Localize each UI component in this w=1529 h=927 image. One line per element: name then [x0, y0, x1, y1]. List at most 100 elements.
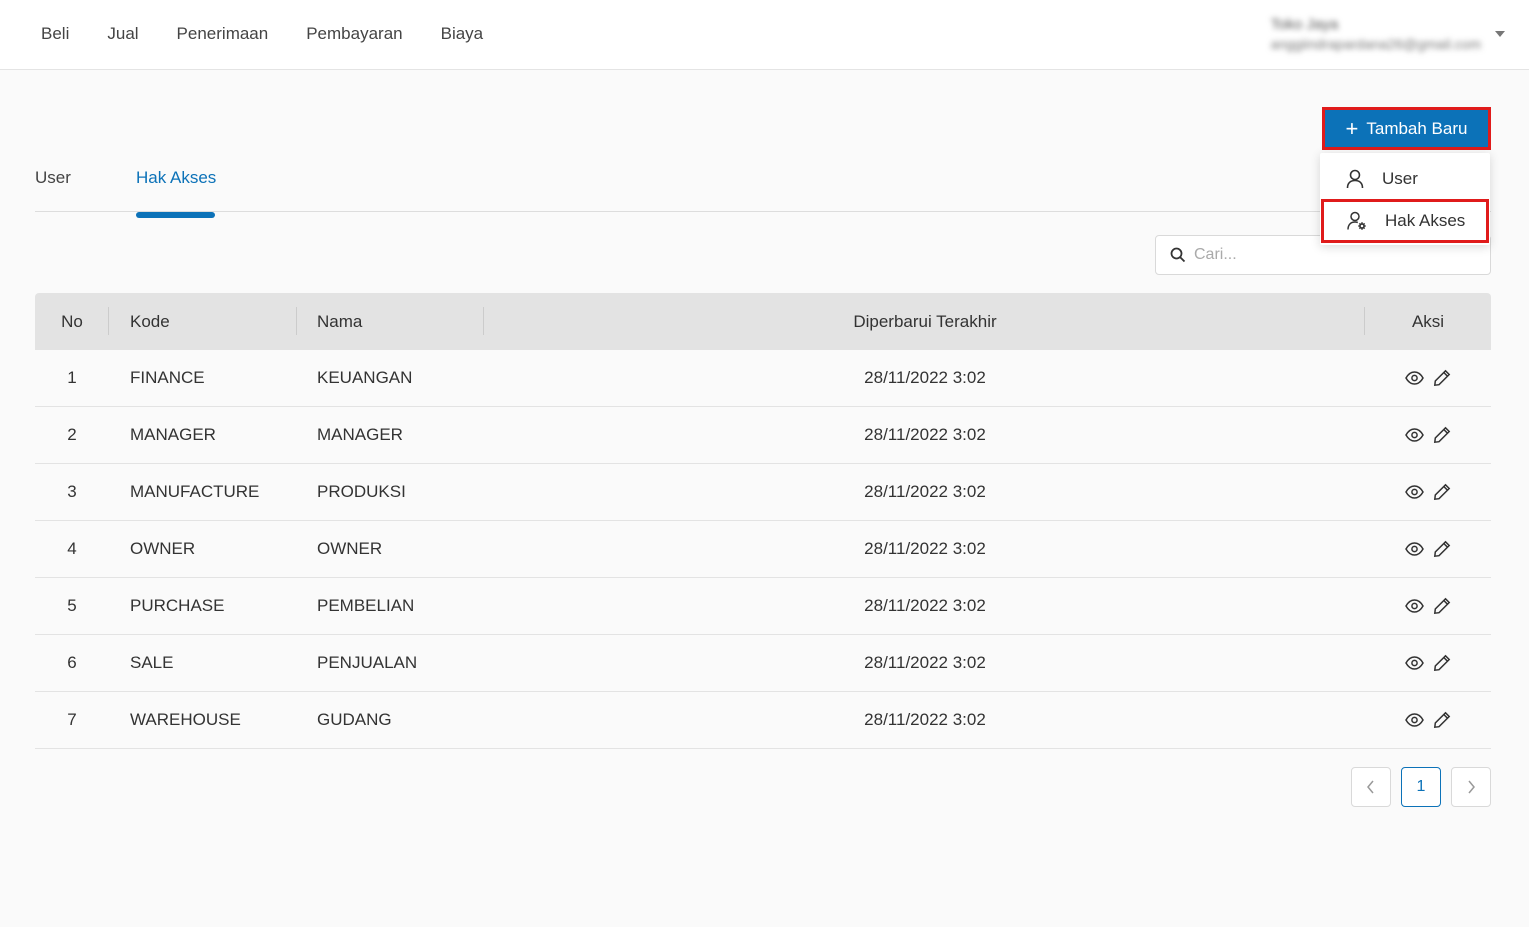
cell-nama: MANAGER	[317, 425, 403, 444]
cell-kode: MANUFACTURE	[130, 482, 260, 501]
active-tab-indicator	[136, 212, 215, 218]
table-row: 3 MANUFACTURE PRODUKSI 28/11/2022 3:02	[35, 464, 1491, 521]
edit-button[interactable]	[1432, 368, 1452, 388]
cell-no: 5	[67, 596, 77, 615]
table-row: 6 SALE PENJUALAN 28/11/2022 3:02	[35, 635, 1491, 692]
eye-icon	[1404, 713, 1424, 727]
add-new-dropdown: User Hak Akses	[1320, 153, 1490, 245]
account-menu[interactable]: Toko Jaya anggiindrapardana26@gmail.com	[1271, 8, 1505, 60]
pencil-icon	[1433, 597, 1451, 615]
cell-no: 4	[67, 539, 77, 558]
eye-icon	[1404, 656, 1424, 670]
view-button[interactable]	[1404, 653, 1424, 673]
add-new-button[interactable]: + Tambah Baru	[1322, 107, 1491, 150]
cell-nama: GUDANG	[317, 710, 392, 729]
next-page-button[interactable]	[1451, 767, 1491, 807]
view-button[interactable]	[1404, 710, 1424, 730]
cell-updated: 28/11/2022 3:02	[864, 368, 986, 387]
cell-kode: PURCHASE	[130, 596, 225, 615]
user-gear-icon	[1347, 211, 1366, 230]
cell-actions	[1365, 635, 1491, 691]
table-header: No Kode Nama Diperbarui Terakhir Aksi	[35, 293, 1491, 350]
edit-button[interactable]	[1432, 482, 1452, 502]
cell-updated: 28/11/2022 3:02	[864, 710, 986, 729]
dropdown-item-hak-akses-label: Hak Akses	[1385, 211, 1466, 230]
cell-no: 2	[67, 425, 77, 444]
chevron-left-icon	[1367, 780, 1374, 794]
caret-down-icon[interactable]	[1495, 31, 1505, 37]
cell-nama: KEUANGAN	[317, 368, 413, 387]
tab-bar: User Hak Akses	[35, 160, 1491, 218]
search-icon	[1170, 247, 1186, 263]
edit-button[interactable]	[1432, 710, 1452, 730]
cell-actions	[1365, 578, 1491, 634]
view-button[interactable]	[1404, 425, 1424, 445]
table-row: 4 OWNER OWNER 28/11/2022 3:02	[35, 521, 1491, 578]
add-new-label: Tambah Baru	[1366, 118, 1468, 138]
user-icon	[1346, 169, 1364, 189]
cell-updated: 28/11/2022 3:02	[864, 539, 986, 558]
menu-biaya[interactable]: Biaya	[422, 24, 503, 44]
pencil-icon	[1433, 711, 1451, 729]
hak-akses-table: No Kode Nama Diperbarui Terakhir Aksi 1 F…	[35, 293, 1491, 749]
search-input[interactable]	[1194, 246, 1474, 264]
table-row: 7 WAREHOUSE GUDANG 28/11/2022 3:02	[35, 692, 1491, 749]
main-menu: Beli Jual Penerimaan Pembayaran Biaya	[22, 0, 502, 68]
edit-button[interactable]	[1432, 653, 1452, 673]
edit-button[interactable]	[1432, 425, 1452, 445]
column-divider	[108, 307, 109, 335]
tab-user-label: User	[35, 168, 71, 187]
column-header-aksi: Aksi	[1365, 293, 1491, 350]
cell-kode: FINANCE	[130, 368, 205, 387]
account-info: Toko Jaya anggiindrapardana26@gmail.com	[1271, 16, 1481, 52]
table-body: 1 FINANCE KEUANGAN 28/11/2022 3:02 2 MANAGER M…	[35, 350, 1491, 749]
column-header-no-label: No	[61, 311, 83, 331]
eye-icon	[1404, 371, 1424, 385]
pencil-icon	[1433, 483, 1451, 501]
cell-updated: 28/11/2022 3:02	[864, 596, 986, 615]
pencil-icon	[1433, 540, 1451, 558]
tab-hak-akses[interactable]: Hak Akses	[136, 168, 217, 218]
menu-penerimaan[interactable]: Penerimaan	[158, 24, 288, 44]
edit-button[interactable]	[1432, 539, 1452, 559]
tab-user[interactable]: User	[35, 168, 71, 210]
column-header-kode-label: Kode	[130, 311, 170, 331]
menu-jual[interactable]: Jual	[88, 24, 157, 44]
dropdown-item-hak-akses[interactable]: Hak Akses	[1321, 199, 1489, 243]
view-button[interactable]	[1404, 539, 1424, 559]
table-row: 1 FINANCE KEUANGAN 28/11/2022 3:02	[35, 350, 1491, 407]
chevron-right-icon	[1468, 780, 1475, 794]
column-divider	[296, 307, 297, 335]
tab-hak-akses-label: Hak Akses	[136, 168, 217, 187]
dropdown-item-user[interactable]: User	[1320, 159, 1490, 199]
view-button[interactable]	[1404, 482, 1424, 502]
column-divider	[483, 307, 484, 335]
eye-icon	[1404, 485, 1424, 499]
column-header-aksi-label: Aksi	[1411, 311, 1445, 331]
pencil-icon	[1433, 654, 1451, 672]
cell-actions	[1365, 521, 1491, 577]
view-button[interactable]	[1404, 368, 1424, 388]
cell-updated: 28/11/2022 3:02	[864, 425, 986, 444]
page-button[interactable]: 1	[1401, 767, 1441, 807]
cell-nama: PRODUKSI	[317, 482, 406, 501]
eye-icon	[1404, 599, 1424, 613]
prev-page-button[interactable]	[1351, 767, 1391, 807]
table-row: 2 MANAGER MANAGER 28/11/2022 3:02	[35, 407, 1491, 464]
column-header-nama: Nama	[317, 293, 484, 350]
cell-no: 3	[67, 482, 77, 501]
edit-button[interactable]	[1432, 596, 1452, 616]
pencil-icon	[1433, 426, 1451, 444]
column-header-kode: Kode	[130, 293, 297, 350]
dropdown-item-user-label: User	[1382, 169, 1418, 188]
menu-beli[interactable]: Beli	[22, 24, 88, 44]
cell-no: 7	[67, 710, 77, 729]
view-button[interactable]	[1404, 596, 1424, 616]
menu-pembayaran[interactable]: Pembayaran	[287, 24, 421, 44]
eye-icon	[1404, 542, 1424, 556]
account-email: anggiindrapardana26@gmail.com	[1270, 36, 1481, 52]
account-name: Toko Jaya	[1270, 16, 1339, 33]
plus-icon: +	[1345, 115, 1359, 141]
cell-nama: PEMBELIAN	[317, 596, 415, 615]
cell-no: 6	[67, 653, 77, 672]
